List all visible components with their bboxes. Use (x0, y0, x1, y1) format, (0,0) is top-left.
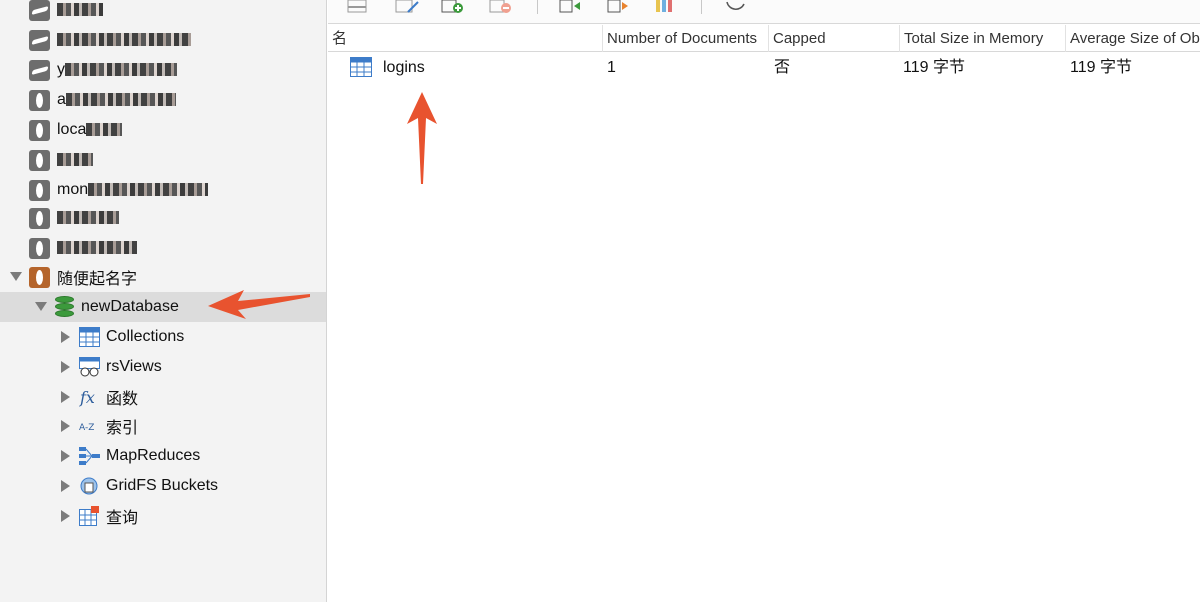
function-icon: fx (79, 388, 95, 407)
connection-item[interactable] (0, 0, 326, 25)
mongodb-leaf-icon (29, 266, 50, 288)
column-header-documents[interactable]: Number of Documents (602, 25, 768, 52)
connection-label: 随便起名字 (57, 271, 138, 288)
tree-item-label: GridFS Buckets (106, 477, 219, 494)
column-header-average-size[interactable]: Average Size of Ob (1065, 25, 1200, 52)
disclosure-down-icon[interactable] (10, 272, 22, 281)
disclosure-right-icon[interactable] (61, 510, 70, 522)
tree-item-queries[interactable]: 查询 (0, 501, 326, 531)
export-icon[interactable] (606, 0, 632, 14)
column-header-total-size[interactable]: Total Size in Memory (899, 25, 1065, 52)
connection-label (57, 31, 191, 49)
chart-icon[interactable] (654, 0, 680, 14)
refresh-icon[interactable] (722, 0, 748, 14)
database-label: newDatabase (81, 298, 179, 315)
mongodb-leaf-icon (29, 89, 50, 111)
connection-label: mon (57, 181, 209, 199)
annotation-arrow-left (208, 290, 310, 319)
connection-item[interactable] (0, 25, 326, 55)
disclosure-right-icon[interactable] (61, 331, 70, 343)
toolbar (328, 0, 1200, 24)
cell-name: logins (383, 59, 425, 76)
tree-item-label: 索引 (106, 420, 139, 437)
design-table-icon[interactable] (394, 0, 420, 14)
disclosure-right-icon[interactable] (61, 420, 70, 432)
new-table-icon[interactable] (440, 0, 466, 14)
disclosure-right-icon[interactable] (61, 480, 70, 492)
connection-label (57, 209, 119, 227)
mapreduce-icon (79, 447, 100, 465)
connection-label: y (57, 61, 177, 79)
cell-documents: 1 (607, 59, 616, 76)
toolbar-separator (537, 0, 538, 14)
mongodb-leaf-icon (29, 237, 50, 259)
tree-item-mapreduces[interactable]: MapReduces (0, 441, 326, 471)
connection-label (57, 239, 137, 257)
cell-average-size: 119 字节 (1070, 59, 1132, 76)
views-icon (79, 357, 100, 377)
tree-item-collections[interactable]: Collections (0, 322, 326, 352)
disclosure-right-icon[interactable] (61, 361, 70, 373)
tree-item-gridfs[interactable]: GridFS Buckets (0, 471, 326, 501)
connection-label (57, 1, 103, 19)
svg-text:fx: fx (79, 388, 95, 407)
table-row[interactable]: logins 1 否 119 字节 119 字节 (328, 53, 1200, 82)
disclosure-right-icon[interactable] (61, 391, 70, 403)
tree-item-label: rsViews (106, 358, 162, 375)
tree-item-label: 函数 (106, 391, 139, 408)
database-icon (55, 296, 74, 317)
mongodb-leaf-icon (29, 149, 50, 171)
open-table-icon[interactable] (346, 0, 372, 14)
mongodb-leaf-icon (29, 119, 50, 141)
connection-item[interactable] (0, 203, 326, 233)
connection-label (57, 151, 93, 169)
connection-item[interactable]: loca (0, 115, 326, 145)
connection-item[interactable]: a (0, 85, 326, 115)
connection-item[interactable] (0, 233, 326, 263)
column-header-name[interactable]: 名 (328, 25, 602, 52)
toolbar-separator (701, 0, 702, 14)
table-grid-icon (350, 57, 372, 77)
tree-item-label: Collections (106, 328, 185, 345)
connection-item[interactable] (0, 145, 326, 175)
index-icon: A-Z (79, 423, 94, 433)
tree-item-views[interactable]: rsViews (0, 352, 326, 382)
mongodb-shark-icon (29, 29, 50, 51)
tree-item-label: MapReduces (106, 447, 201, 464)
annotation-arrow-up (407, 92, 437, 184)
connection-item[interactable]: y (0, 55, 326, 85)
import-icon[interactable] (558, 0, 584, 14)
delete-table-icon[interactable] (488, 0, 514, 14)
disclosure-right-icon[interactable] (61, 450, 70, 462)
table-header: 名 Number of Documents Capped Total Size … (328, 25, 1200, 52)
cell-total-size: 119 字节 (903, 59, 965, 76)
gridfs-icon (80, 477, 98, 495)
tree-item-label: 查询 (106, 510, 139, 527)
table-grid-icon (79, 327, 100, 347)
query-icon (79, 506, 99, 526)
svg-text:A-Z: A-Z (79, 423, 94, 433)
cell-capped: 否 (774, 59, 791, 76)
connection-label: loca (57, 121, 123, 139)
disclosure-down-icon[interactable] (35, 302, 47, 311)
connection-label: a (57, 91, 176, 109)
mongodb-shark-icon (29, 59, 50, 81)
mongodb-leaf-icon (29, 179, 50, 201)
tree-item-indexes[interactable]: A-Z 索引 (0, 411, 326, 441)
column-header-capped[interactable]: Capped (768, 25, 899, 52)
connection-item[interactable]: mon (0, 175, 326, 205)
mongodb-shark-icon (29, 0, 50, 21)
tree-item-functions[interactable]: fx 函数 (0, 382, 326, 412)
mongodb-leaf-icon (29, 207, 50, 229)
